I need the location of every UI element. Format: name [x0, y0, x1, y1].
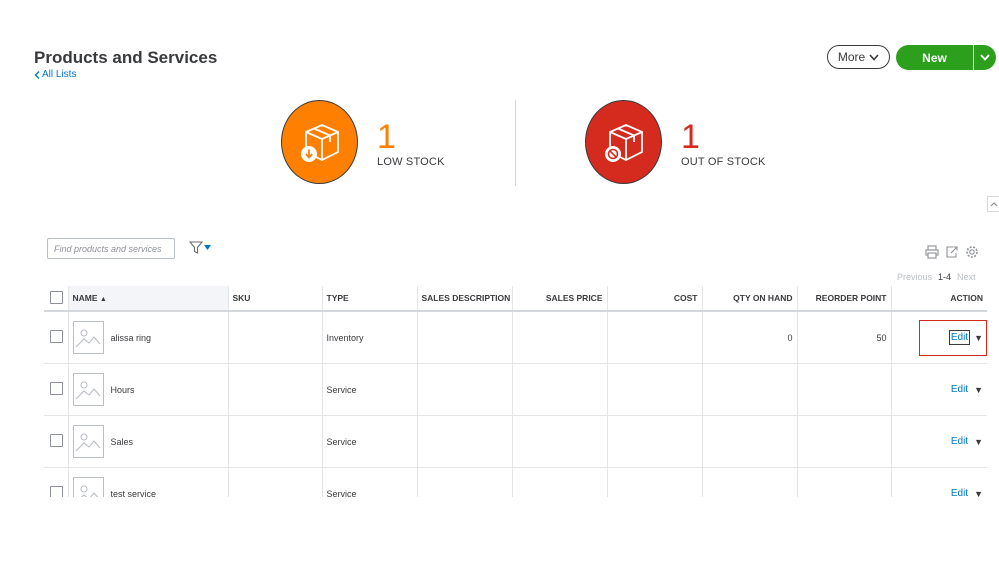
product-name: alissa ring [110, 332, 152, 343]
new-button-group: New [896, 45, 996, 70]
column-header-type[interactable]: TYPE [322, 286, 418, 312]
image-placeholder-icon[interactable] [72, 321, 104, 354]
table-header-row: NAME ▲ SKU TYPE SALES DESCRIPTION SALES … [44, 286, 987, 312]
column-header-sku[interactable]: SKU [228, 286, 323, 312]
qty-on-hand-cell: 0 [702, 311, 798, 364]
select-all-cell [44, 286, 69, 312]
out-of-stock-label: OUT OF STOCK [681, 156, 766, 168]
low-stock-count: 1 [377, 118, 396, 156]
image-placeholder-icon[interactable] [72, 425, 104, 458]
caret-down-icon[interactable]: ▼ [974, 437, 983, 447]
row-checkbox[interactable] [50, 382, 63, 395]
type-cell: Service [322, 363, 418, 416]
search-input[interactable] [47, 238, 175, 259]
reorder-point-cell: 50 [797, 311, 892, 364]
product-name: Sales [110, 436, 134, 447]
reorder-point-cell [797, 363, 892, 416]
gear-icon[interactable] [965, 245, 979, 259]
chevron-up-icon [990, 201, 998, 206]
print-icon[interactable] [925, 245, 939, 259]
edit-highlight-box [919, 320, 987, 356]
edit-link[interactable]: Edit [951, 436, 968, 447]
sales-price-cell [512, 415, 608, 468]
new-button[interactable]: New [896, 51, 973, 65]
more-label: More [837, 50, 866, 64]
cost-cell [607, 311, 703, 364]
cost-cell [607, 363, 703, 416]
cost-cell [607, 415, 703, 468]
low-stock-card[interactable]: 1 LOW STOCK [281, 100, 445, 184]
sku-cell [228, 311, 323, 364]
sales-price-cell [512, 311, 608, 364]
viewport-bottom [0, 497, 999, 562]
all-lists-label: All Lists [42, 69, 77, 80]
caret-down-icon [204, 245, 211, 250]
sales-description-cell [417, 415, 513, 468]
pagination: Previous 1-4 Next [897, 272, 976, 282]
table-tools [925, 245, 979, 259]
filter-button[interactable] [189, 241, 211, 254]
sales-price-cell [512, 363, 608, 416]
row-checkbox[interactable] [50, 330, 63, 343]
column-header-sales-price[interactable]: SALES PRICE [512, 286, 608, 312]
reorder-point-cell [797, 415, 892, 468]
table-row[interactable]: Sales Service Edit ▼ [44, 415, 987, 468]
type-cell: Service [322, 415, 418, 468]
all-lists-link[interactable]: All Lists [34, 69, 76, 80]
page-range: 1-4 [938, 272, 952, 282]
column-header-cost[interactable]: COST [607, 286, 703, 312]
previous-page[interactable]: Previous [897, 272, 932, 282]
export-icon[interactable] [945, 245, 959, 259]
page-title: Products and Services [34, 48, 218, 67]
product-name: Hours [110, 384, 135, 395]
sales-description-cell [417, 311, 513, 364]
sku-cell [228, 415, 323, 468]
out-of-stock-card[interactable]: 1 OUT OF STOCK [585, 100, 766, 184]
qty-on-hand-cell [702, 415, 798, 468]
chevron-left-icon [34, 70, 40, 79]
chevron-down-icon [869, 53, 879, 61]
type-cell: Inventory [322, 311, 418, 364]
scroll-up-button[interactable] [987, 196, 999, 212]
next-page[interactable]: Next [957, 272, 976, 282]
box-icon [604, 124, 643, 162]
out-of-stock-icon [585, 100, 662, 184]
sort-ascending-icon: ▲ [99, 296, 107, 303]
sku-cell [228, 363, 323, 416]
filter-icon [189, 241, 203, 254]
select-all-checkbox[interactable] [50, 290, 63, 304]
table-row[interactable]: Hours Service Edit ▼ [44, 363, 987, 416]
low-stock-label: LOW STOCK [377, 156, 445, 168]
edit-link[interactable]: Edit [951, 384, 968, 395]
table-row[interactable]: alissa ring Inventory 0 50 Edit ▼ [44, 311, 987, 364]
row-checkbox[interactable] [50, 434, 63, 447]
products-table: NAME ▲ SKU TYPE SALES DESCRIPTION SALES … [44, 286, 987, 520]
image-placeholder-icon[interactable] [72, 373, 104, 406]
caret-down-icon[interactable]: ▼ [974, 385, 983, 395]
stock-divider [515, 100, 516, 186]
qty-on-hand-cell [702, 363, 798, 416]
sales-description-cell [417, 363, 513, 416]
more-button[interactable]: More [827, 45, 890, 69]
column-header-name[interactable]: NAME ▲ [68, 286, 229, 312]
chevron-down-icon [980, 54, 990, 61]
box-icon [300, 124, 339, 162]
new-dropdown-button[interactable] [973, 45, 996, 70]
low-stock-icon [281, 100, 358, 184]
column-header-reorder-point[interactable]: REORDER POINT [797, 286, 892, 312]
column-header-action: ACTION [891, 286, 987, 312]
column-header-sales-description[interactable]: SALES DESCRIPTION [417, 286, 513, 312]
column-header-qty-on-hand[interactable]: QTY ON HAND [702, 286, 798, 312]
out-of-stock-count: 1 [681, 118, 700, 156]
